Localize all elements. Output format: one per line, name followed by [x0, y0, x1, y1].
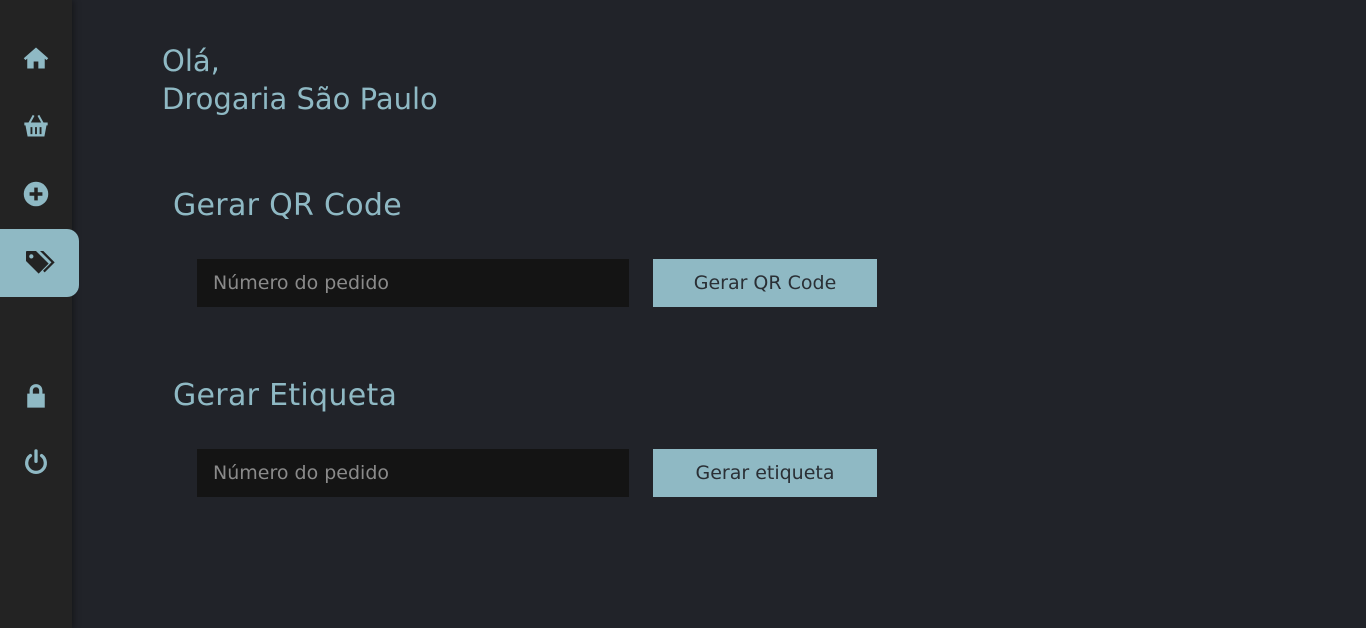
sidebar-item-logout[interactable] [0, 428, 72, 496]
generate-label-button[interactable]: Gerar etiqueta [653, 449, 877, 497]
qr-section-title: Gerar QR Code [173, 188, 402, 223]
sidebar-item-basket[interactable] [0, 92, 72, 160]
power-icon [25, 449, 47, 474]
greeting-hello: Olá, [162, 44, 220, 78]
plus-circle-icon [23, 181, 49, 207]
sidebar-item-tags[interactable] [0, 229, 79, 297]
sidebar-item-add[interactable] [0, 160, 72, 228]
generate-qr-button[interactable]: Gerar QR Code [653, 259, 877, 307]
store-name: Drogaria São Paulo [162, 82, 438, 116]
qr-order-number-input[interactable] [197, 259, 629, 307]
tags-icon [25, 251, 55, 274]
home-icon [23, 47, 49, 69]
main-content: Olá, Drogaria São Paulo Gerar QR Code Ge… [72, 0, 1366, 628]
sidebar-item-lock[interactable] [0, 362, 72, 430]
lock-icon [27, 384, 45, 408]
sidebar-item-home[interactable] [0, 24, 72, 92]
label-order-number-input[interactable] [197, 449, 629, 497]
sidebar [0, 0, 79, 628]
greeting: Olá, Drogaria São Paulo [162, 42, 438, 118]
label-section-title: Gerar Etiqueta [173, 378, 398, 413]
basket-icon [24, 114, 48, 137]
